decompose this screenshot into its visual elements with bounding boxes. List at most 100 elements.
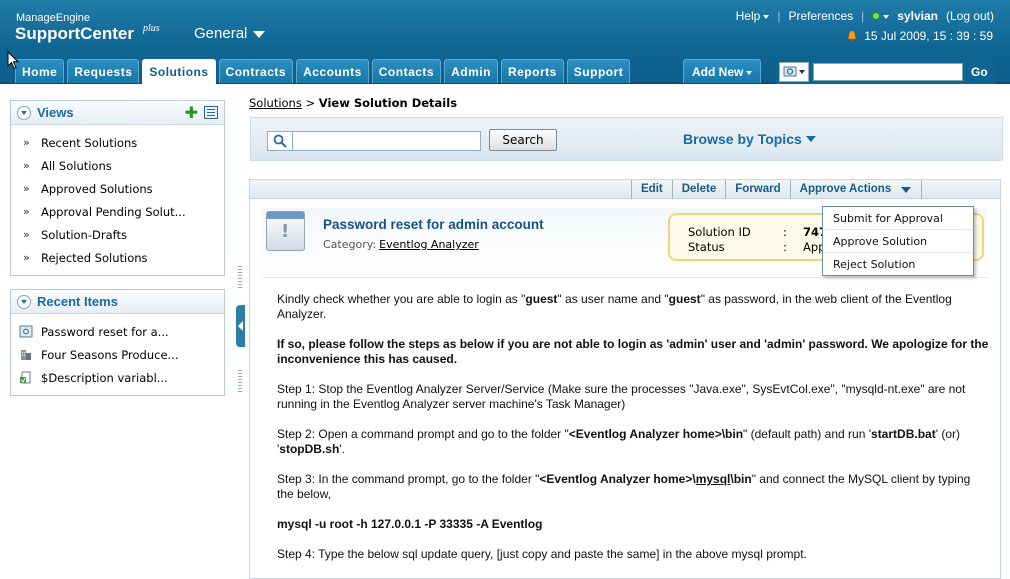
approve-actions-dropdown: Submit for Approval Approve Solution Rej… [822, 206, 974, 276]
tab-support[interactable]: Support [566, 59, 631, 83]
recent-item-label: $Description variabl... [41, 370, 168, 385]
help-label: Help [735, 9, 761, 23]
recent-item[interactable]: $Description variabl... [11, 366, 224, 389]
mouse-cursor-icon [7, 51, 20, 70]
building-icon [21, 350, 31, 360]
view-all-solutions[interactable]: » All Solutions [11, 154, 224, 177]
recent-items-panel: Recent Items Password reset for a... Fou… [10, 289, 225, 396]
chevron-down-icon [763, 14, 770, 19]
search-button[interactable]: Search [489, 129, 557, 151]
document-icon [20, 371, 31, 384]
help-menu[interactable]: Help [736, 9, 770, 23]
solution-search-input[interactable] [292, 131, 481, 151]
bell-icon[interactable] [846, 30, 858, 42]
views-tools: ✚ [185, 104, 218, 120]
top-links: Help | Preferences | sylvian (Log out) [736, 9, 994, 23]
tab-reports[interactable]: Reports [500, 59, 564, 83]
category-link[interactable]: Eventlog Analyzer [379, 238, 479, 251]
delete-button[interactable]: Delete [671, 180, 726, 199]
tab-admin[interactable]: Admin [444, 59, 498, 83]
breadcrumb-solutions-link[interactable]: Solutions [249, 96, 302, 110]
view-label: Recent Solutions [41, 135, 138, 150]
search-icon [267, 131, 293, 151]
view-recent-solutions[interactable]: » Recent Solutions [11, 131, 224, 154]
approve-solution-item[interactable]: Approve Solution [823, 230, 973, 253]
view-approval-pending[interactable]: » Approval Pending Solut... [11, 200, 224, 223]
collapse-icon[interactable] [17, 105, 31, 120]
colon: : [783, 225, 787, 239]
status-online-icon [872, 12, 881, 20]
add-new-label: Add New [692, 65, 744, 79]
view-approved-solutions[interactable]: » Approved Solutions [11, 177, 224, 200]
global-search-input[interactable] [813, 62, 963, 81]
go-button[interactable]: Go [967, 65, 992, 79]
recent-item[interactable]: Four Seasons Produce... [11, 343, 224, 366]
colon: : [783, 240, 787, 254]
recent-item[interactable]: Password reset for a... [11, 320, 224, 343]
solution-content: Kindly check whether you are able to log… [277, 292, 989, 577]
presence-status[interactable] [872, 9, 890, 23]
logout-link[interactable]: (Log out) [946, 9, 994, 23]
views-title: Views [37, 105, 74, 120]
collapse-icon[interactable] [17, 294, 31, 309]
user-name: sylvian [897, 9, 938, 23]
add-view-icon[interactable]: ✚ [185, 104, 198, 120]
content-paragraph: Step 3: In the command prompt, go to the… [277, 472, 971, 501]
view-rejected-solutions[interactable]: » Rejected Solutions [11, 246, 224, 269]
browse-by-topics-label: Browse by Topics [683, 131, 802, 147]
submit-for-approval-item[interactable]: Submit for Approval [823, 207, 973, 230]
content-command: mysql -u root -h 127.0.0.1 -P 33335 -A E… [277, 517, 543, 531]
tab-contacts[interactable]: Contacts [371, 59, 442, 83]
solution-icon [19, 325, 33, 338]
tab-solutions[interactable]: Solutions [142, 59, 216, 85]
bullet-icon: » [23, 228, 30, 241]
chevron-down-icon [746, 70, 753, 75]
tab-contracts[interactable]: Contracts [218, 59, 294, 83]
global-search: Go [776, 59, 996, 84]
list-icon[interactable] [204, 106, 218, 119]
bullet-icon: » [23, 251, 30, 264]
content-paragraph: If so, please follow the steps as below … [277, 337, 989, 366]
collapse-sidebar-handle[interactable] [236, 305, 245, 347]
reject-solution-item[interactable]: Reject Solution [823, 253, 973, 276]
tab-requests[interactable]: Requests [67, 59, 140, 83]
workspace-label: General [194, 25, 248, 42]
solution-id-row: Solution ID : 747 [688, 225, 827, 239]
bullet-icon: » [23, 205, 30, 218]
solution-actions: Edit Delete Forward Approve Actions [631, 180, 923, 199]
forward-button[interactable]: Forward [725, 180, 789, 199]
brand-vendor: ManageEngine [16, 12, 91, 24]
bullet-icon: » [23, 159, 30, 172]
edit-button[interactable]: Edit [631, 180, 672, 199]
bullet-icon: » [23, 182, 30, 195]
recent-items-title: Recent Items [37, 294, 118, 309]
search-type-selector[interactable] [779, 61, 809, 82]
app-header: ManageEngine SupportCenter plus General … [0, 0, 1010, 85]
view-label: Solution-Drafts [41, 227, 127, 242]
brand-product[interactable]: SupportCenter [15, 24, 134, 44]
main-tabs: Home Requests Solutions Contracts Accoun… [15, 59, 631, 85]
tab-home[interactable]: Home [15, 59, 65, 83]
view-label: All Solutions [41, 158, 112, 173]
solution-status-row: Status : App [688, 240, 825, 254]
workspace-selector[interactable]: General [194, 25, 266, 42]
browse-by-topics-menu[interactable]: Browse by Topics [683, 131, 816, 147]
view-label: Approved Solutions [41, 181, 153, 196]
solution-id-label: Solution ID [688, 225, 751, 239]
page-title: View Solution Details [318, 96, 458, 110]
chevron-down-icon [253, 30, 266, 38]
splitter-grip [238, 370, 242, 392]
view-solution-drafts[interactable]: » Solution-Drafts [11, 223, 224, 246]
preferences-link[interactable]: Preferences [788, 9, 853, 23]
approve-actions-menu[interactable]: Approve Actions [789, 180, 923, 199]
chevron-down-icon [799, 69, 805, 74]
content-paragraph: Step 2: Open a command prompt and go to … [277, 427, 960, 456]
add-new-button[interactable]: Add New [683, 59, 762, 83]
chevron-down-icon [805, 136, 816, 142]
tab-accounts[interactable]: Accounts [296, 59, 369, 83]
action-bar: Edit Delete Forward Approve Actions [250, 180, 1000, 199]
solution-document-icon [266, 211, 305, 251]
search-scope-icon [783, 66, 797, 76]
content-paragraph: Step 1: Stop the Eventlog Analyzer Serve… [277, 382, 966, 411]
status-label: Status [688, 240, 725, 254]
